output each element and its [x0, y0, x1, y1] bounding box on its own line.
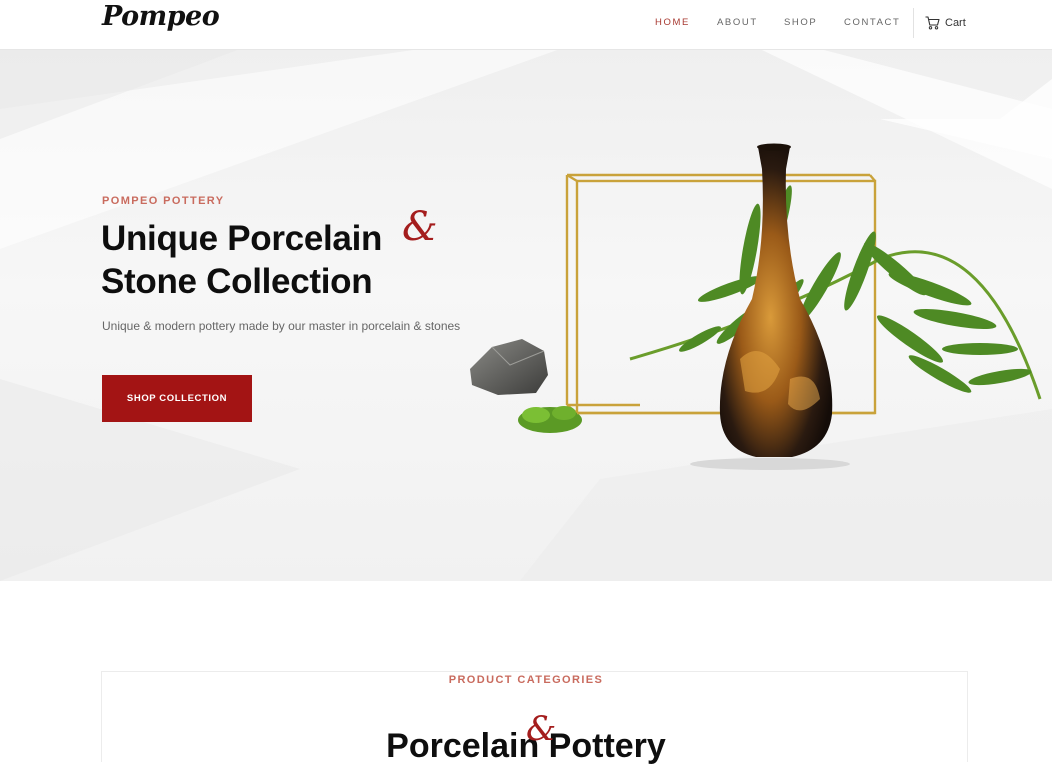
- hero-ampersand: &: [402, 204, 438, 250]
- hero-eyebrow: POMPEO POTTERY: [102, 195, 225, 207]
- hero-section: POMPEO POTTERY Unique Porcelain Stone Co…: [0, 49, 1052, 581]
- nav-about[interactable]: ABOUT: [717, 17, 758, 28]
- categories-eyebrow: PRODUCT CATEGORIES: [448, 674, 604, 686]
- main-nav: HOME ABOUT SHOP CONTACT: [0, 17, 1052, 31]
- hero-title-line1: Unique Porcelain: [101, 219, 383, 258]
- nav-divider: [913, 8, 914, 38]
- site-header: Pompeo HOME ABOUT SHOP CONTACT Cart: [0, 0, 1052, 50]
- shop-collection-button[interactable]: SHOP COLLECTION: [102, 375, 252, 422]
- cart-icon: [925, 16, 940, 30]
- nav-home[interactable]: HOME: [655, 17, 690, 28]
- nav-shop[interactable]: SHOP: [784, 17, 817, 28]
- hero-title-line2: Stone Collection: [101, 262, 373, 301]
- hero-subtitle: Unique & modern pottery made by our mast…: [102, 319, 461, 333]
- nav-contact[interactable]: CONTACT: [844, 17, 900, 28]
- cart-link[interactable]: Cart: [925, 15, 966, 31]
- categories-ampersand: &: [526, 709, 557, 749]
- cart-label: Cart: [945, 17, 966, 29]
- hero-product-image: [470, 143, 1042, 470]
